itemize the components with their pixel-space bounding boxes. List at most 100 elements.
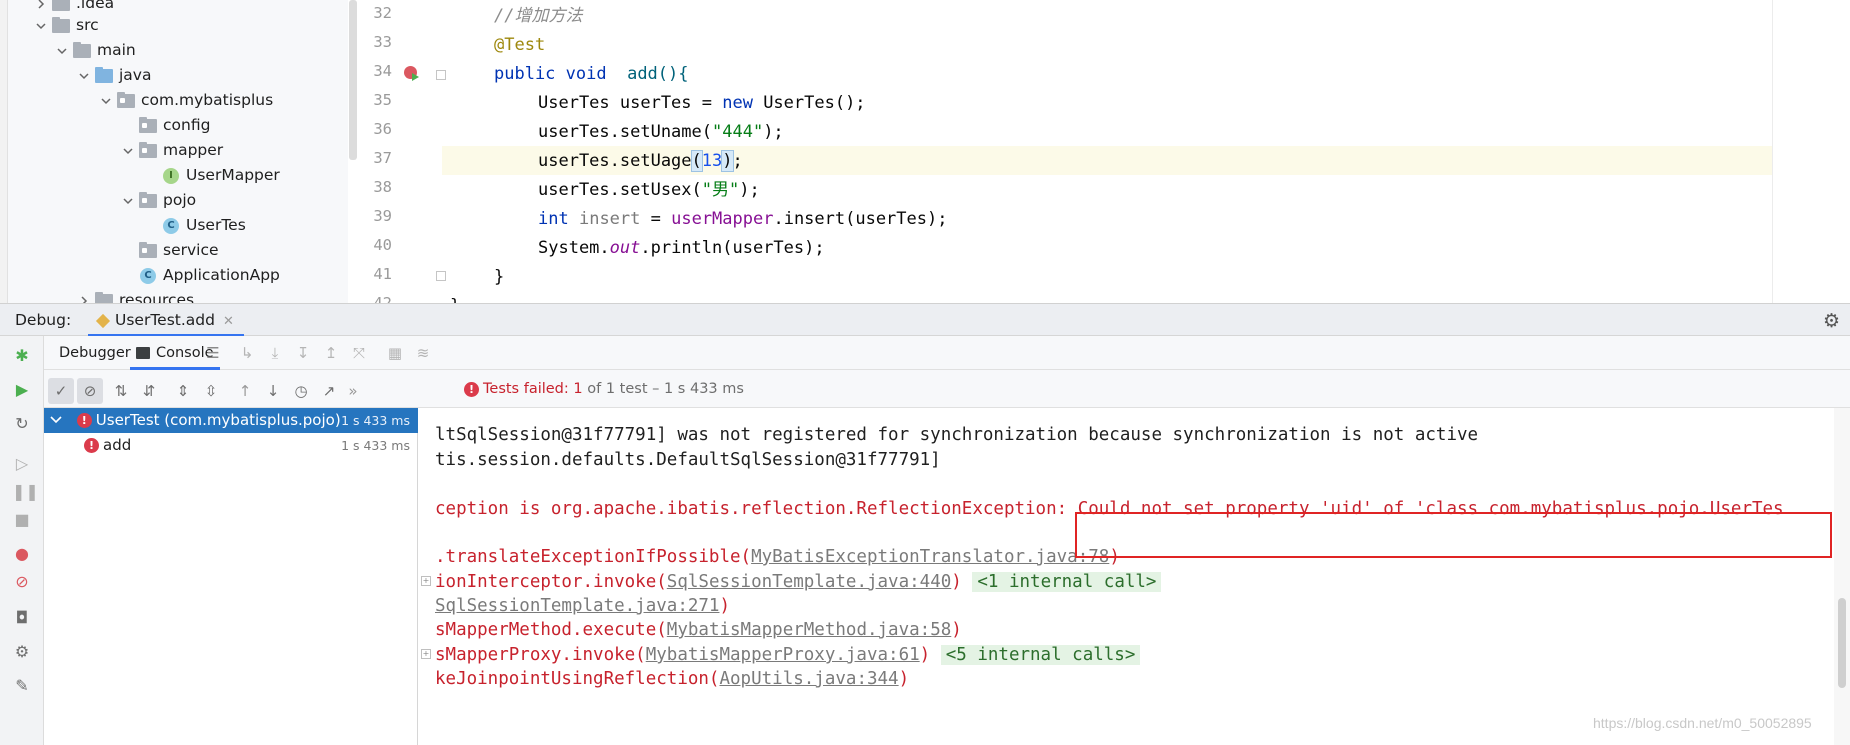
package-icon bbox=[117, 91, 136, 109]
line-number: 40 bbox=[373, 236, 392, 254]
camera-icon[interactable]: ◘ bbox=[12, 608, 32, 628]
test-case-row[interactable]: ! add 1 s 433 ms bbox=[44, 433, 418, 458]
collapse-all-icon[interactable]: ⇳ bbox=[198, 378, 224, 404]
tree-item-resources[interactable]: resources bbox=[8, 288, 348, 303]
tree-item-com-mybatisplus[interactable]: com.mybatisplus bbox=[8, 88, 348, 113]
error-icon: ! bbox=[84, 438, 99, 453]
line-number: 35 bbox=[373, 91, 392, 109]
folder-icon bbox=[95, 291, 114, 303]
line-number: 39 bbox=[373, 207, 392, 225]
code-line-32: //增加方法 bbox=[494, 6, 583, 26]
stack-link[interactable]: SqlSessionTemplate.java:271 bbox=[435, 596, 719, 616]
settings-icon[interactable]: ⚙ bbox=[12, 642, 32, 662]
chevron-down-icon[interactable] bbox=[121, 138, 135, 163]
project-tree[interactable]: .idea src main java com.mybatisplus conf… bbox=[8, 0, 348, 303]
export-results-icon[interactable]: ↗ bbox=[316, 378, 342, 404]
test-suite-row[interactable]: ! UserTest (com.mybatisplus.pojo) 1 s 433… bbox=[44, 408, 418, 433]
tree-item-pojo[interactable]: pojo bbox=[8, 188, 348, 213]
reload-classes-icon[interactable]: ↻ bbox=[12, 414, 32, 434]
debug-side-toolbar: ✱ ▶ ↻ ▷ ❚❚ ■ ● ⊘ ◘ ⚙ ✎ bbox=[0, 336, 44, 745]
test-history-icon[interactable]: ◷ bbox=[288, 378, 314, 404]
source-folder-icon bbox=[95, 66, 114, 84]
tests-failed-count: 1 bbox=[573, 381, 583, 397]
tests-failed-label: Tests failed: bbox=[483, 381, 569, 397]
tree-item-label: ApplicationApp bbox=[163, 266, 280, 284]
sort-duration-icon[interactable]: ⇵ bbox=[136, 378, 162, 404]
trace-icon[interactable]: ≋ bbox=[412, 342, 434, 364]
tree-item-label: java bbox=[119, 66, 152, 84]
console-output[interactable]: ltSqlSession@31f77791] was not registere… bbox=[418, 408, 1830, 745]
test-case-label: add bbox=[103, 436, 132, 454]
tab-debugger[interactable]: Debugger bbox=[59, 336, 131, 370]
expand-all-icon[interactable]: ⇕ bbox=[170, 378, 196, 404]
pause-icon[interactable]: ❚❚ bbox=[12, 482, 39, 502]
stack-link[interactable]: MybatisMapperProxy.java:61 bbox=[646, 645, 920, 665]
stack-link[interactable]: MyBatisExceptionTranslator.java:78 bbox=[751, 547, 1109, 567]
internal-calls-folded[interactable]: <5 internal calls> bbox=[940, 645, 1141, 665]
chevron-down-icon[interactable] bbox=[55, 38, 69, 63]
show-execution-point-icon[interactable]: ↳ bbox=[236, 342, 258, 364]
line-number: 37 bbox=[373, 149, 392, 167]
expand-internal-icon[interactable]: + bbox=[421, 576, 431, 586]
step-out-icon[interactable]: ↥ bbox=[320, 342, 342, 364]
error-icon: ! bbox=[76, 413, 92, 428]
tree-item-usertes[interactable]: C UserTes bbox=[8, 213, 348, 238]
internal-calls-folded[interactable]: <1 internal call> bbox=[972, 572, 1162, 592]
chevron-right-icon[interactable] bbox=[77, 288, 91, 303]
step-into-icon[interactable]: ↧ bbox=[292, 342, 314, 364]
chevron-down-icon[interactable] bbox=[77, 63, 91, 88]
debug-tab-label: UserTest.add bbox=[115, 311, 215, 329]
tree-item-usermapper[interactable]: I UserMapper bbox=[8, 163, 348, 188]
tree-item-applicationapp[interactable]: C ApplicationApp bbox=[8, 263, 348, 288]
menu-icon[interactable]: ☰ bbox=[202, 342, 224, 364]
chevron-down-icon[interactable] bbox=[121, 188, 135, 213]
console-scrollbar-thumb[interactable] bbox=[1838, 598, 1846, 688]
tree-item-main[interactable]: main bbox=[8, 38, 348, 63]
package-icon bbox=[139, 116, 158, 134]
close-tab-icon[interactable]: ✕ bbox=[223, 314, 234, 329]
stack-link[interactable]: SqlSessionTemplate.java:440 bbox=[667, 572, 951, 592]
tree-item-service[interactable]: service bbox=[8, 238, 348, 263]
console-line: .translateExceptionIfPossible(MyBatisExc… bbox=[435, 547, 1120, 567]
show-ignored-icon[interactable]: ⊘ bbox=[77, 378, 103, 404]
expand-internal-icon[interactable]: + bbox=[421, 649, 431, 659]
view-breakpoints-icon[interactable]: ● bbox=[12, 544, 32, 564]
rerun-icon[interactable]: ▶ bbox=[12, 380, 32, 400]
tree-scrollbar[interactable] bbox=[349, 0, 357, 160]
chevron-down-icon[interactable] bbox=[34, 13, 48, 38]
bug-icon[interactable]: ✱ bbox=[12, 346, 32, 366]
tool-window-strip bbox=[0, 0, 8, 303]
run-to-cursor-icon[interactable]: ⤧ bbox=[348, 342, 370, 364]
debug-session-tab[interactable]: UserTest.add ✕ bbox=[88, 304, 244, 337]
tree-item-config[interactable]: config bbox=[8, 113, 348, 138]
stack-link[interactable]: MybatisMapperMethod.java:58 bbox=[667, 620, 951, 640]
code-line-39: int insert = userMapper.insert(userTes); bbox=[538, 209, 948, 229]
step-over-icon[interactable]: ⤓ bbox=[264, 342, 286, 364]
tree-item-label: .idea bbox=[76, 0, 115, 12]
mute-breakpoints-icon[interactable]: ⊘ bbox=[12, 572, 32, 592]
test-results-tree[interactable]: ! UserTest (com.mybatisplus.pojo) 1 s 433… bbox=[44, 408, 418, 745]
chevron-down-icon[interactable] bbox=[50, 408, 66, 433]
more-icon[interactable]: » bbox=[340, 378, 366, 404]
code-line-37: userTes.setUage(13); bbox=[538, 150, 743, 172]
console-line: tis.session.defaults.DefaultSqlSession@3… bbox=[435, 450, 941, 470]
stop-icon[interactable]: ■ bbox=[12, 510, 32, 530]
pin-icon[interactable]: ✎ bbox=[12, 676, 32, 696]
run-arrow-icon bbox=[412, 73, 419, 81]
code-line-33: @Test bbox=[494, 35, 546, 55]
tree-item-java[interactable]: java bbox=[8, 63, 348, 88]
next-failed-icon[interactable]: ↓ bbox=[260, 378, 286, 404]
gear-icon[interactable]: ⚙ bbox=[1823, 310, 1840, 332]
console-scrollbar[interactable] bbox=[1834, 408, 1850, 745]
tree-item-mapper[interactable]: mapper bbox=[8, 138, 348, 163]
evaluate-icon[interactable]: ▦ bbox=[384, 342, 406, 364]
previous-failed-icon[interactable]: ↑ bbox=[232, 378, 258, 404]
show-passed-icon[interactable]: ✓ bbox=[48, 378, 74, 404]
tree-item-src[interactable]: src bbox=[8, 13, 348, 38]
folder-icon bbox=[52, 16, 71, 34]
resume-icon[interactable]: ▷ bbox=[12, 454, 32, 474]
console-line: sMapperMethod.execute(MybatisMapperMetho… bbox=[435, 620, 962, 640]
stack-link[interactable]: AopUtils.java:344 bbox=[719, 669, 898, 689]
chevron-down-icon[interactable] bbox=[99, 88, 113, 113]
sort-alpha-icon[interactable]: ⇅ bbox=[108, 378, 134, 404]
